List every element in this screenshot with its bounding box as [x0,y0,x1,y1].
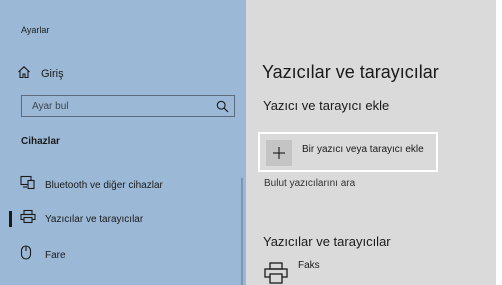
page-title: Yazıcılar ve tarayıcılar [262,62,439,82]
sidebar-item-printers[interactable]: Yazıcılar ve tarayıcılar [0,207,241,231]
bluetooth-devices-icon [20,175,36,195]
window-edge [496,0,502,285]
fax-printer-icon [264,262,288,285]
plus-icon [266,140,292,166]
home-nav-item[interactable]: Giriş [17,65,64,84]
printers-section-heading: Yazıcılar ve tarayıcılar [263,234,391,249]
search-box[interactable] [21,95,235,117]
app-title: Ayarlar [21,25,50,35]
add-printer-label: Bir yazıcı veya tarayıcı ekle [302,144,424,155]
search-cloud-printers-link[interactable]: Bulut yazıcılarını ara [264,178,355,189]
home-label: Giriş [41,68,64,80]
sidebar-item-bluetooth[interactable]: Bluetooth ve diğer cihazlar [0,173,241,197]
sidebar-item-mouse[interactable]: Fare [0,243,241,267]
home-icon [17,65,31,84]
add-section-heading: Yazıcı ve tarayıcı ekle [263,98,390,113]
add-printer-button[interactable]: Bir yazıcı veya tarayıcı ekle [258,132,438,172]
printer-icon [20,209,36,229]
printer-name: Faks [298,260,320,271]
sidebar-item-label: Yazıcılar ve tarayıcılar [45,213,144,225]
printer-list-item[interactable]: Faks [262,258,462,285]
selection-indicator [9,211,12,227]
sidebar-item-label: Fare [45,249,66,261]
sidebar-item-label: Bluetooth ve diğer cihazlar [45,179,163,191]
sidebar: Ayarlar Giriş Cihazlar [0,0,246,285]
settings-window: Ayarlar Giriş Cihazlar [0,0,496,285]
section-title-devices: Cihazlar [21,136,60,147]
search-icon[interactable] [216,100,229,118]
mouse-icon [20,245,32,265]
search-input[interactable] [22,96,212,116]
sidebar-scrollbar[interactable] [241,178,243,285]
